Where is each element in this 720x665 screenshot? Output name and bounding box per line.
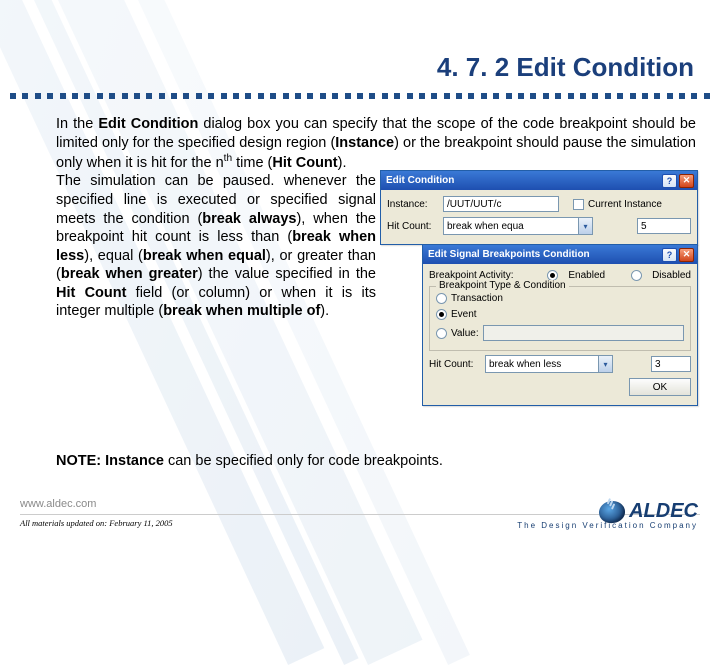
text-bold: Hit Count bbox=[56, 285, 126, 301]
help-icon[interactable]: ? bbox=[662, 174, 677, 188]
close-icon[interactable]: ✕ bbox=[679, 174, 694, 188]
disabled-radio[interactable] bbox=[631, 270, 642, 281]
text-sup: th bbox=[224, 153, 232, 164]
hitcount-label: Hit Count: bbox=[387, 221, 439, 232]
hitcount-combo[interactable]: break when less ▾ bbox=[485, 355, 613, 373]
event-label: Event bbox=[451, 309, 477, 320]
footer-url: www.aldec.com bbox=[20, 498, 96, 510]
dialog-title: Edit Condition bbox=[386, 175, 454, 186]
note-bold: NOTE: Instance bbox=[56, 453, 164, 469]
value-label: Value: bbox=[451, 328, 479, 339]
help-icon[interactable]: ? bbox=[662, 248, 677, 262]
text-bold: Instance bbox=[335, 135, 394, 151]
current-instance-checkbox[interactable] bbox=[573, 199, 584, 210]
disabled-label: Disabled bbox=[652, 270, 691, 281]
text-bold: Edit Condition bbox=[98, 116, 198, 132]
ok-button[interactable]: OK bbox=[629, 378, 691, 396]
note-rest: can be specified only for code breakpoin… bbox=[164, 453, 443, 469]
transaction-radio[interactable] bbox=[436, 293, 447, 304]
edit-condition-dialog: Edit Condition ? ✕ Instance: /UUT/UUT/c … bbox=[380, 170, 698, 245]
combo-value: break when less bbox=[486, 356, 598, 372]
hitcount-value-input[interactable]: 3 bbox=[651, 356, 691, 372]
hitcount-value-input[interactable]: 5 bbox=[637, 218, 691, 234]
dialog-screenshots: Edit Condition ? ✕ Instance: /UUT/UUT/c … bbox=[380, 170, 704, 446]
value-radio[interactable] bbox=[436, 328, 447, 339]
text: In the bbox=[56, 116, 98, 132]
instance-input[interactable]: /UUT/UUT/c bbox=[443, 196, 559, 212]
text: time ( bbox=[232, 155, 272, 171]
text-bold: break when multiple of bbox=[163, 303, 320, 319]
text: ) the value specified in the bbox=[198, 266, 376, 282]
group-title: Breakpoint Type & Condition bbox=[436, 280, 569, 291]
dialog-title: Edit Signal Breakpoints Condition bbox=[428, 249, 590, 260]
text-bold: break when equal bbox=[143, 248, 266, 264]
combo-value: break when equa bbox=[444, 218, 578, 234]
body-text: In the Edit Condition dialog box you can… bbox=[56, 115, 696, 321]
text: ). bbox=[338, 155, 347, 171]
text: ). bbox=[320, 303, 329, 319]
hitcount-combo[interactable]: break when equa ▾ bbox=[443, 217, 593, 235]
brand-name: ALDEC bbox=[629, 500, 698, 523]
chevron-down-icon: ▾ bbox=[578, 218, 592, 234]
text-bold: break when greater bbox=[61, 266, 198, 282]
note-text: NOTE: Instance can be specified only for… bbox=[56, 453, 696, 469]
event-radio[interactable] bbox=[436, 309, 447, 320]
transaction-label: Transaction bbox=[451, 293, 503, 304]
text-bold: break always bbox=[202, 211, 296, 227]
divider-dots bbox=[10, 93, 710, 105]
page-title: 4. 7. 2 Edit Condition bbox=[437, 52, 694, 83]
enabled-label: Enabled bbox=[568, 270, 605, 281]
titlebar: Edit Condition ? ✕ bbox=[381, 171, 697, 190]
edit-signal-breakpoints-dialog: Edit Signal Breakpoints Condition ? ✕ Br… bbox=[422, 244, 698, 406]
footer-logo: ALDEC The Design Verification Company bbox=[517, 500, 698, 530]
close-icon[interactable]: ✕ bbox=[679, 248, 694, 262]
text: ), equal ( bbox=[84, 248, 143, 264]
titlebar: Edit Signal Breakpoints Condition ? ✕ bbox=[423, 245, 697, 264]
text-bold: Hit Count bbox=[272, 155, 337, 171]
footer: www.aldec.com All materials updated on: … bbox=[0, 494, 720, 540]
hitcount-label: Hit Count: bbox=[429, 359, 481, 370]
type-condition-group: Breakpoint Type & Condition Transaction … bbox=[429, 286, 691, 351]
chevron-down-icon: ▾ bbox=[598, 356, 612, 372]
value-input[interactable] bbox=[483, 325, 684, 341]
footer-updated: All materials updated on: February 11, 2… bbox=[20, 518, 173, 528]
instance-label: Instance: bbox=[387, 199, 439, 210]
current-instance-label: Current Instance bbox=[588, 199, 662, 210]
